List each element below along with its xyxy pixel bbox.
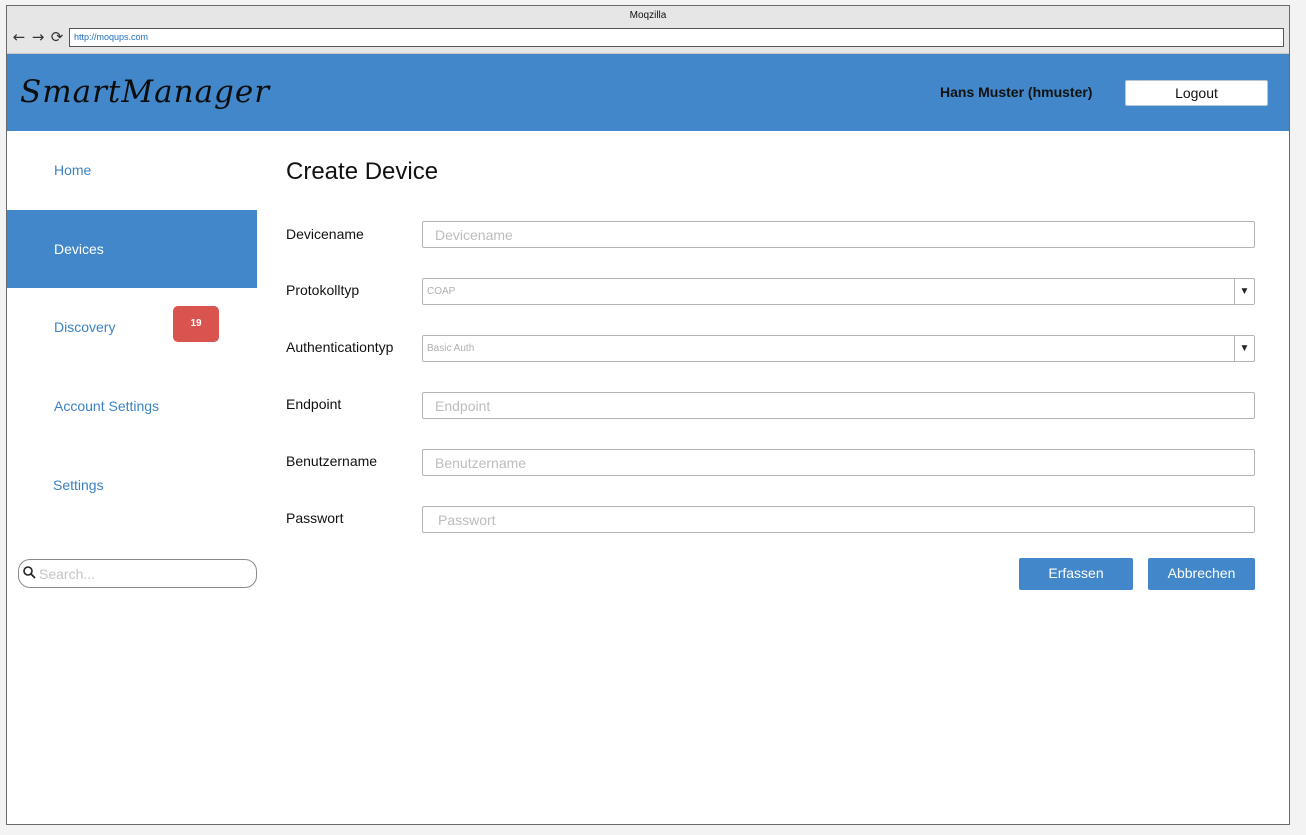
window-title: Moqzilla [7,6,1289,25]
search-box [18,559,257,588]
sidebar-item-home[interactable]: Home [7,131,257,209]
app-logo: SmartManager [20,74,271,110]
erfassen-button[interactable]: Erfassen [1019,558,1133,590]
chevron-down-icon[interactable]: ▼ [1234,336,1254,361]
devicename-label: Devicename [286,226,364,242]
browser-window: Moqzilla ← → ⟳ http://moqups.com SmartMa… [6,5,1290,825]
sidebar-item-settings[interactable]: Settings [7,446,257,524]
forward-arrow-icon[interactable]: → [31,29,45,45]
sidebar-item-devices[interactable]: Devices [7,210,257,288]
address-bar[interactable]: http://moqups.com [69,28,1284,47]
protokolltyp-label: Protokolltyp [286,282,360,298]
protokolltyp-select[interactable]: COAP ▼ [422,278,1255,305]
authenticationtyp-select[interactable]: Basic Auth ▼ [422,335,1255,362]
reload-icon[interactable]: ⟳ [50,29,64,45]
passwort-label: Passwort [286,510,344,526]
sidebar-item-label: Home [54,162,92,178]
logout-button[interactable]: Logout [1125,80,1268,106]
search-input[interactable] [39,564,249,583]
browser-navbar: ← → ⟳ http://moqups.com [7,25,1289,54]
back-arrow-icon[interactable]: ← [12,29,26,45]
chevron-down-icon[interactable]: ▼ [1234,279,1254,304]
authenticationtyp-value: Basic Auth [427,343,475,354]
endpoint-label: Endpoint [286,396,342,412]
sidebar-item-label: Account Settings [54,398,160,414]
sidebar-item-label: Devices [54,241,104,257]
app-header: SmartManager Hans Muster (hmuster) Logou… [7,54,1289,131]
sidebar-item-discovery[interactable]: Discovery 19 [7,288,257,366]
benutzername-input[interactable] [422,449,1255,476]
sidebar-item-label: Discovery [54,319,116,335]
search-icon [23,566,36,579]
page-title: Create Device [286,158,439,185]
main-content: Create Device Devicename Protokolltyp CO… [257,131,1289,824]
benutzername-label: Benutzername [286,453,378,469]
discovery-count-badge: 19 [173,306,219,342]
abbrechen-button[interactable]: Abbrechen [1148,558,1255,590]
authenticationtyp-label: Authenticationtyp [286,339,394,355]
sidebar-item-account-settings[interactable]: Account Settings [7,367,257,445]
sidebar-item-label: Settings [53,477,104,493]
passwort-input[interactable] [422,506,1255,533]
endpoint-input[interactable] [422,392,1255,419]
devicename-input[interactable] [422,221,1255,248]
protokolltyp-value: COAP [427,286,456,297]
user-name: Hans Muster (hmuster) [940,84,1093,100]
